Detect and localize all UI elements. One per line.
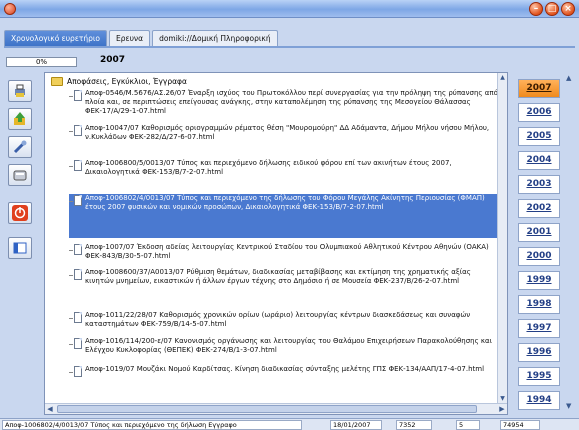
tab-search[interactable]: Ερευνα: [109, 30, 151, 46]
progress-indicator: 0%: [6, 57, 77, 67]
document-icon: [69, 366, 85, 378]
tab-domiki[interactable]: domiki://Δομική Πληροφορική: [152, 30, 278, 46]
document-title: Αποφ-1006802/4/0013/07 Τύπος και περιεχό…: [85, 194, 485, 211]
year-list: 2007 2006 2005 2004 2003 2002 2001 2000 …: [518, 72, 571, 415]
document-item[interactable]: Αποφ-0546/Μ.5676/ΑΣ.26/07 Έναρξη ισχύος …: [69, 89, 501, 116]
document-icon: [69, 160, 85, 172]
settings-tool-button[interactable]: [8, 136, 32, 158]
document-icon: [69, 312, 85, 324]
document-item[interactable]: Αποφ-1007/07 Έκδοση αδείας λειτουργίας Κ…: [69, 243, 501, 261]
status-document: Αποφ-1006802/4/0013/07 Τύπος και περιεχό…: [2, 420, 302, 430]
tab-bar: Χρονολογικό ευρετήριο Ερευνα domiki://Δο…: [4, 30, 278, 46]
scroll-up-icon[interactable]: ▲: [498, 73, 507, 83]
year-link-2007[interactable]: 2007: [518, 79, 560, 98]
document-icon: [69, 125, 85, 137]
vertical-scrollbar[interactable]: ▲ ▼: [497, 73, 507, 404]
scroll-left-icon[interactable]: ◀: [45, 404, 55, 414]
year-link-1994[interactable]: 1994: [518, 391, 560, 410]
folder-row[interactable]: Αποφάσεις, Εγκύκλιοι, Έγγραφα: [51, 77, 187, 86]
document-icon: [69, 269, 85, 281]
scroll-right-icon[interactable]: ▶: [497, 404, 507, 414]
disk-icon: [13, 170, 27, 181]
document-title: Αποφ-1016/114/200-ε/07 Κανονισμός οργάνω…: [85, 337, 493, 354]
document-icon: [69, 244, 85, 256]
document-icon: [69, 338, 85, 350]
horizontal-scroll-thumb[interactable]: [57, 405, 477, 413]
status-number-1: 7352: [396, 420, 432, 430]
window-tool-button[interactable]: [8, 237, 32, 259]
year-link-1996[interactable]: 1996: [518, 343, 560, 362]
folder-label: Αποφάσεις, Εγκύκλιοι, Έγγραφα: [67, 77, 187, 86]
document-item[interactable]: Αποφ-1019/07 Μουζάκι Νομού Καρδίτσας. Κί…: [69, 365, 501, 378]
year-scroll-up-icon[interactable]: ▲: [566, 74, 576, 84]
year-link-2005[interactable]: 2005: [518, 127, 560, 146]
year-link-1999[interactable]: 1999: [518, 271, 560, 290]
tab-underline: [4, 46, 575, 48]
document-title: Αποφ-0546/Μ.5676/ΑΣ.26/07 Έναρξη ισχύος …: [85, 89, 498, 115]
status-number-2: 5: [456, 420, 480, 430]
status-bar: Αποφ-1006802/4/0013/07 Τύπος και περιεχό…: [0, 418, 579, 430]
year-link-1995[interactable]: 1995: [518, 367, 560, 386]
document-item[interactable]: Αποφ-1011/22/28/07 Καθορισμός χρονικών ο…: [69, 311, 501, 329]
document-item-selected[interactable]: Αποφ-1006802/4/0013/07 Τύπος και περιεχό…: [69, 194, 501, 238]
power-icon: [12, 205, 28, 221]
year-link-1997[interactable]: 1997: [518, 319, 560, 338]
year-link-2002[interactable]: 2002: [518, 199, 560, 218]
document-item[interactable]: Αποφ-1006800/5/0013/07 Τύπος και περιεχό…: [69, 159, 501, 177]
up-tool-button[interactable]: [8, 108, 32, 130]
maximize-button[interactable]: □: [545, 2, 559, 16]
document-tree[interactable]: Αποφάσεις, Εγκύκλιοι, Έγγραφα Αποφ-0546/…: [44, 72, 508, 415]
print-icon: [15, 84, 25, 97]
document-item[interactable]: Αποφ-1016/114/200-ε/07 Κανονισμός οργάνω…: [69, 337, 501, 355]
document-title: Αποφ-1006800/5/0013/07 Τύπος και περιεχό…: [85, 159, 452, 176]
disk-tool-button[interactable]: [8, 164, 32, 186]
year-link-2004[interactable]: 2004: [518, 151, 560, 170]
year-link-2003[interactable]: 2003: [518, 175, 560, 194]
folder-icon: [51, 77, 63, 86]
power-tool-button[interactable]: [8, 202, 32, 224]
document-item[interactable]: Αποφ-1008600/37/Α0013/07 Ρύθμιση θεμάτων…: [69, 268, 501, 286]
window-controls: – □ ×: [529, 2, 575, 16]
document-item[interactable]: Αποφ-10047/07 Καθορισμός οριογραμμών ρέμ…: [69, 124, 501, 142]
document-title: Αποφ-1011/22/28/07 Καθορισμός χρονικών ο…: [85, 311, 471, 328]
year-link-2006[interactable]: 2006: [518, 103, 560, 122]
tab-chronological-index[interactable]: Χρονολογικό ευρετήριο: [4, 30, 108, 46]
print-tool-button[interactable]: [8, 80, 32, 102]
year-link-2001[interactable]: 2001: [518, 223, 560, 242]
title-bar: – □ ×: [0, 0, 579, 18]
wrench-icon: [13, 140, 27, 154]
layout-icon: [13, 242, 27, 254]
document-title: Αποφ-1007/07 Έκδοση αδείας λειτουργίας Κ…: [85, 243, 489, 260]
document-title: Αποφ-1019/07 Μουζάκι Νομού Καρδίτσας. Κί…: [85, 365, 485, 373]
document-icon: [69, 90, 85, 102]
document-title: Αποφ-10047/07 Καθορισμός οριογραμμών ρέμ…: [85, 124, 490, 141]
document-icon: [69, 195, 85, 207]
year-link-2000[interactable]: 2000: [518, 247, 560, 266]
arrow-up-icon: [14, 112, 25, 125]
status-number-3: 74954: [500, 420, 540, 430]
current-year-label: 2007: [100, 55, 126, 65]
year-link-1998[interactable]: 1998: [518, 295, 560, 314]
document-title: Αποφ-1008600/37/Α0013/07 Ρύθμιση θεμάτων…: [85, 268, 471, 285]
close-button[interactable]: ×: [561, 2, 575, 16]
horizontal-scrollbar[interactable]: ◀ ▶: [45, 403, 507, 414]
status-date: 18/01/2007: [330, 420, 382, 430]
minimize-button[interactable]: –: [529, 2, 543, 16]
app-icon: [4, 3, 16, 15]
year-scroll-down-icon[interactable]: ▼: [566, 402, 576, 412]
